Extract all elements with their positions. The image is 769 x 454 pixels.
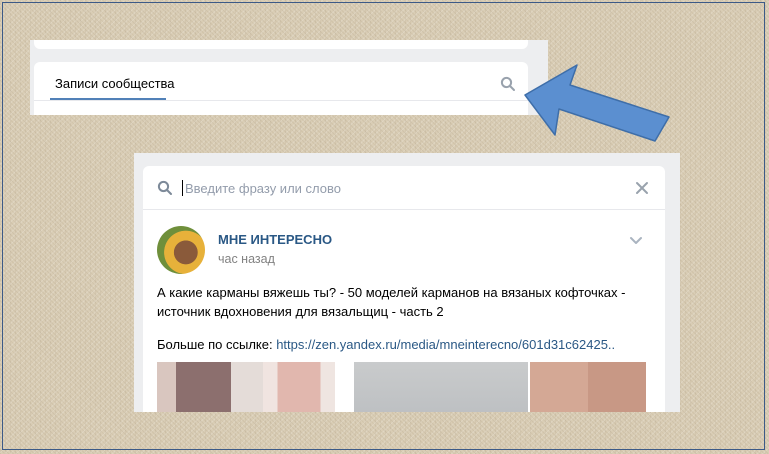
post-photo[interactable]	[263, 362, 335, 412]
post-search-snippet: МНЕ ИНТЕРЕСНО час назад А какие карманы …	[134, 153, 680, 412]
community-posts-snippet: Записи сообщества	[30, 40, 548, 115]
search-icon[interactable]	[500, 76, 516, 92]
post-photo[interactable]	[530, 362, 646, 412]
tab-community-posts[interactable]: Записи сообщества	[55, 76, 175, 91]
posts-tab-card: Записи сообщества	[34, 62, 528, 115]
close-icon[interactable]	[635, 181, 649, 195]
avatar[interactable]	[157, 226, 205, 274]
search-input[interactable]	[185, 179, 605, 197]
post-time[interactable]: час назад	[218, 252, 275, 266]
post-more-label: Больше по ссылке:	[157, 337, 277, 352]
post-link[interactable]: https://zen.yandex.ru/media/mneinterecno…	[276, 337, 615, 352]
tab-divider	[34, 100, 528, 101]
search-icon	[157, 180, 172, 195]
text-caret	[182, 180, 183, 196]
pointer-arrow-icon	[524, 64, 670, 142]
post-card: МНЕ ИНТЕРЕСНО час назад А какие карманы …	[143, 166, 665, 412]
post-photo[interactable]	[157, 362, 263, 412]
post-photo[interactable]	[354, 362, 528, 412]
post-author[interactable]: МНЕ ИНТЕРЕСНО	[218, 232, 332, 247]
post-more-line: Больше по ссылке: https://zen.yandex.ru/…	[157, 337, 615, 352]
upper-card-edge	[34, 40, 528, 49]
search-bar	[143, 166, 665, 210]
post-text: А какие карманы вяжешь ты? - 50 моделей …	[157, 285, 626, 319]
chevron-down-icon[interactable]	[629, 236, 643, 246]
